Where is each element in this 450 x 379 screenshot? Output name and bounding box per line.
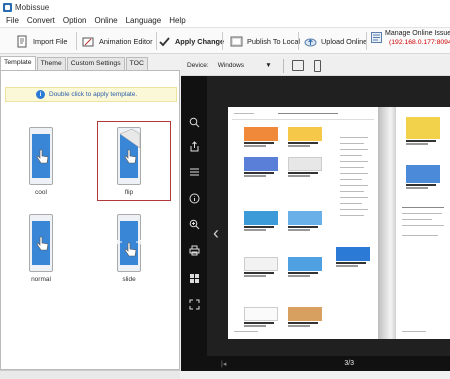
manage-online-issues-button[interactable]: Manage Online Issues (192.168.0.177:8094… xyxy=(371,30,450,52)
menu-convert[interactable]: Convert xyxy=(23,16,59,25)
import-file-icon xyxy=(16,35,29,48)
toolbar-divider xyxy=(222,32,223,50)
viewer-toolbar xyxy=(181,76,207,356)
apply-change-label: Apply Change xyxy=(175,36,225,46)
phone-preview xyxy=(117,127,141,185)
animation-editor-label: Animation Editor xyxy=(99,36,153,46)
upload-online-label: Upload Online xyxy=(321,36,368,46)
upload-cloud-icon xyxy=(304,35,317,48)
thumbnails-icon[interactable] xyxy=(188,272,200,284)
manage-online-icon xyxy=(371,32,382,45)
device-divider xyxy=(282,58,284,73)
device-bar: Device: Windows ▼ xyxy=(181,56,450,76)
template-slide[interactable]: slide xyxy=(105,214,153,283)
title-bar: Mobissue xyxy=(0,0,450,14)
toolbar-divider xyxy=(76,32,77,50)
template-flip[interactable]: flip xyxy=(97,121,171,201)
phone-preview xyxy=(115,214,143,272)
phone-preview xyxy=(29,127,53,185)
search-icon[interactable] xyxy=(188,116,200,128)
page-navigation-bar: |◂ 3/3 xyxy=(181,356,450,371)
hint-text: Double click to apply template. xyxy=(49,91,138,98)
apply-change-button[interactable]: Apply Change xyxy=(158,31,224,51)
publish-local-icon xyxy=(230,35,243,48)
toolbar-divider xyxy=(366,32,367,50)
manage-online-label: Manage Online Issues xyxy=(385,30,450,37)
toolbar-divider xyxy=(156,32,157,50)
menu-language[interactable]: Language xyxy=(122,16,166,25)
template-label: cool xyxy=(35,189,47,196)
book-spread xyxy=(228,107,450,339)
tab-custom-settings[interactable]: Custom Settings xyxy=(66,57,125,70)
server-address: (192.168.0.177:8094) xyxy=(389,39,450,46)
flipbook-preview: ‹ |◂ 3/3 xyxy=(181,76,450,371)
left-tab-bar: Template Theme Custom Settings TOC xyxy=(0,56,180,70)
publish-local-button[interactable]: Publish To Local xyxy=(230,31,300,51)
menu-option[interactable]: Option xyxy=(59,16,91,25)
upload-online-button[interactable]: Upload Online xyxy=(304,31,367,51)
chevron-down-icon: ▼ xyxy=(265,62,272,69)
toolbar-divider xyxy=(298,32,299,50)
print-icon[interactable] xyxy=(188,244,200,256)
publish-local-label: Publish To Local xyxy=(247,36,301,46)
left-page xyxy=(228,107,378,339)
info-icon: i xyxy=(36,90,45,99)
right-page xyxy=(396,107,450,339)
left-panel-footer xyxy=(0,370,180,379)
device-select[interactable]: Windows ▼ xyxy=(215,60,275,72)
import-file-label: Import File xyxy=(33,36,68,46)
menu-help[interactable]: Help xyxy=(165,16,189,25)
tab-toc[interactable]: TOC xyxy=(125,57,148,70)
checkmark-icon xyxy=(158,35,171,48)
tab-template[interactable]: Template xyxy=(0,56,36,70)
first-page-icon[interactable]: |◂ xyxy=(221,360,226,368)
toolbar: Import File Animation Editor Apply Chang… xyxy=(0,28,450,54)
template-label: normal xyxy=(31,276,51,283)
info-circle-icon[interactable] xyxy=(188,192,200,204)
animation-editor-icon xyxy=(82,35,95,48)
page-indicator: 3/3 xyxy=(344,360,355,367)
hand-cursor-icon xyxy=(124,242,137,257)
hand-cursor-icon xyxy=(36,149,49,164)
window-title: Mobissue xyxy=(15,2,50,12)
menu-online[interactable]: Online xyxy=(90,16,121,25)
page-curl-icon xyxy=(119,128,141,149)
device-label: Device: xyxy=(187,62,209,69)
previous-page-arrow-icon[interactable]: ‹ xyxy=(213,224,219,242)
zoom-in-icon[interactable] xyxy=(188,218,200,230)
phone-preview xyxy=(29,214,53,272)
app-logo-icon xyxy=(3,2,12,12)
toc-list-icon[interactable] xyxy=(188,166,200,178)
device-select-value: Windows xyxy=(217,62,245,69)
share-icon[interactable] xyxy=(188,140,200,152)
menu-file[interactable]: File xyxy=(2,16,23,25)
template-cool[interactable]: cool xyxy=(17,127,65,196)
template-panel: i Double click to apply template. cool f… xyxy=(0,70,180,370)
phone-icon[interactable] xyxy=(313,59,321,72)
tablet-icon[interactable] xyxy=(291,60,304,71)
template-label: slide xyxy=(122,276,136,283)
fullscreen-icon[interactable] xyxy=(188,298,200,310)
tab-theme[interactable]: Theme xyxy=(36,57,66,70)
book-spine xyxy=(378,107,396,339)
animation-editor-button[interactable]: Animation Editor xyxy=(82,31,153,51)
hand-cursor-icon xyxy=(36,236,49,251)
menu-bar: File Convert Option Online Language Help xyxy=(0,14,450,28)
template-normal[interactable]: normal xyxy=(17,214,65,283)
hand-cursor-icon xyxy=(124,149,137,164)
template-hint: i Double click to apply template. xyxy=(5,87,177,102)
import-file-button[interactable]: Import File xyxy=(16,31,67,51)
